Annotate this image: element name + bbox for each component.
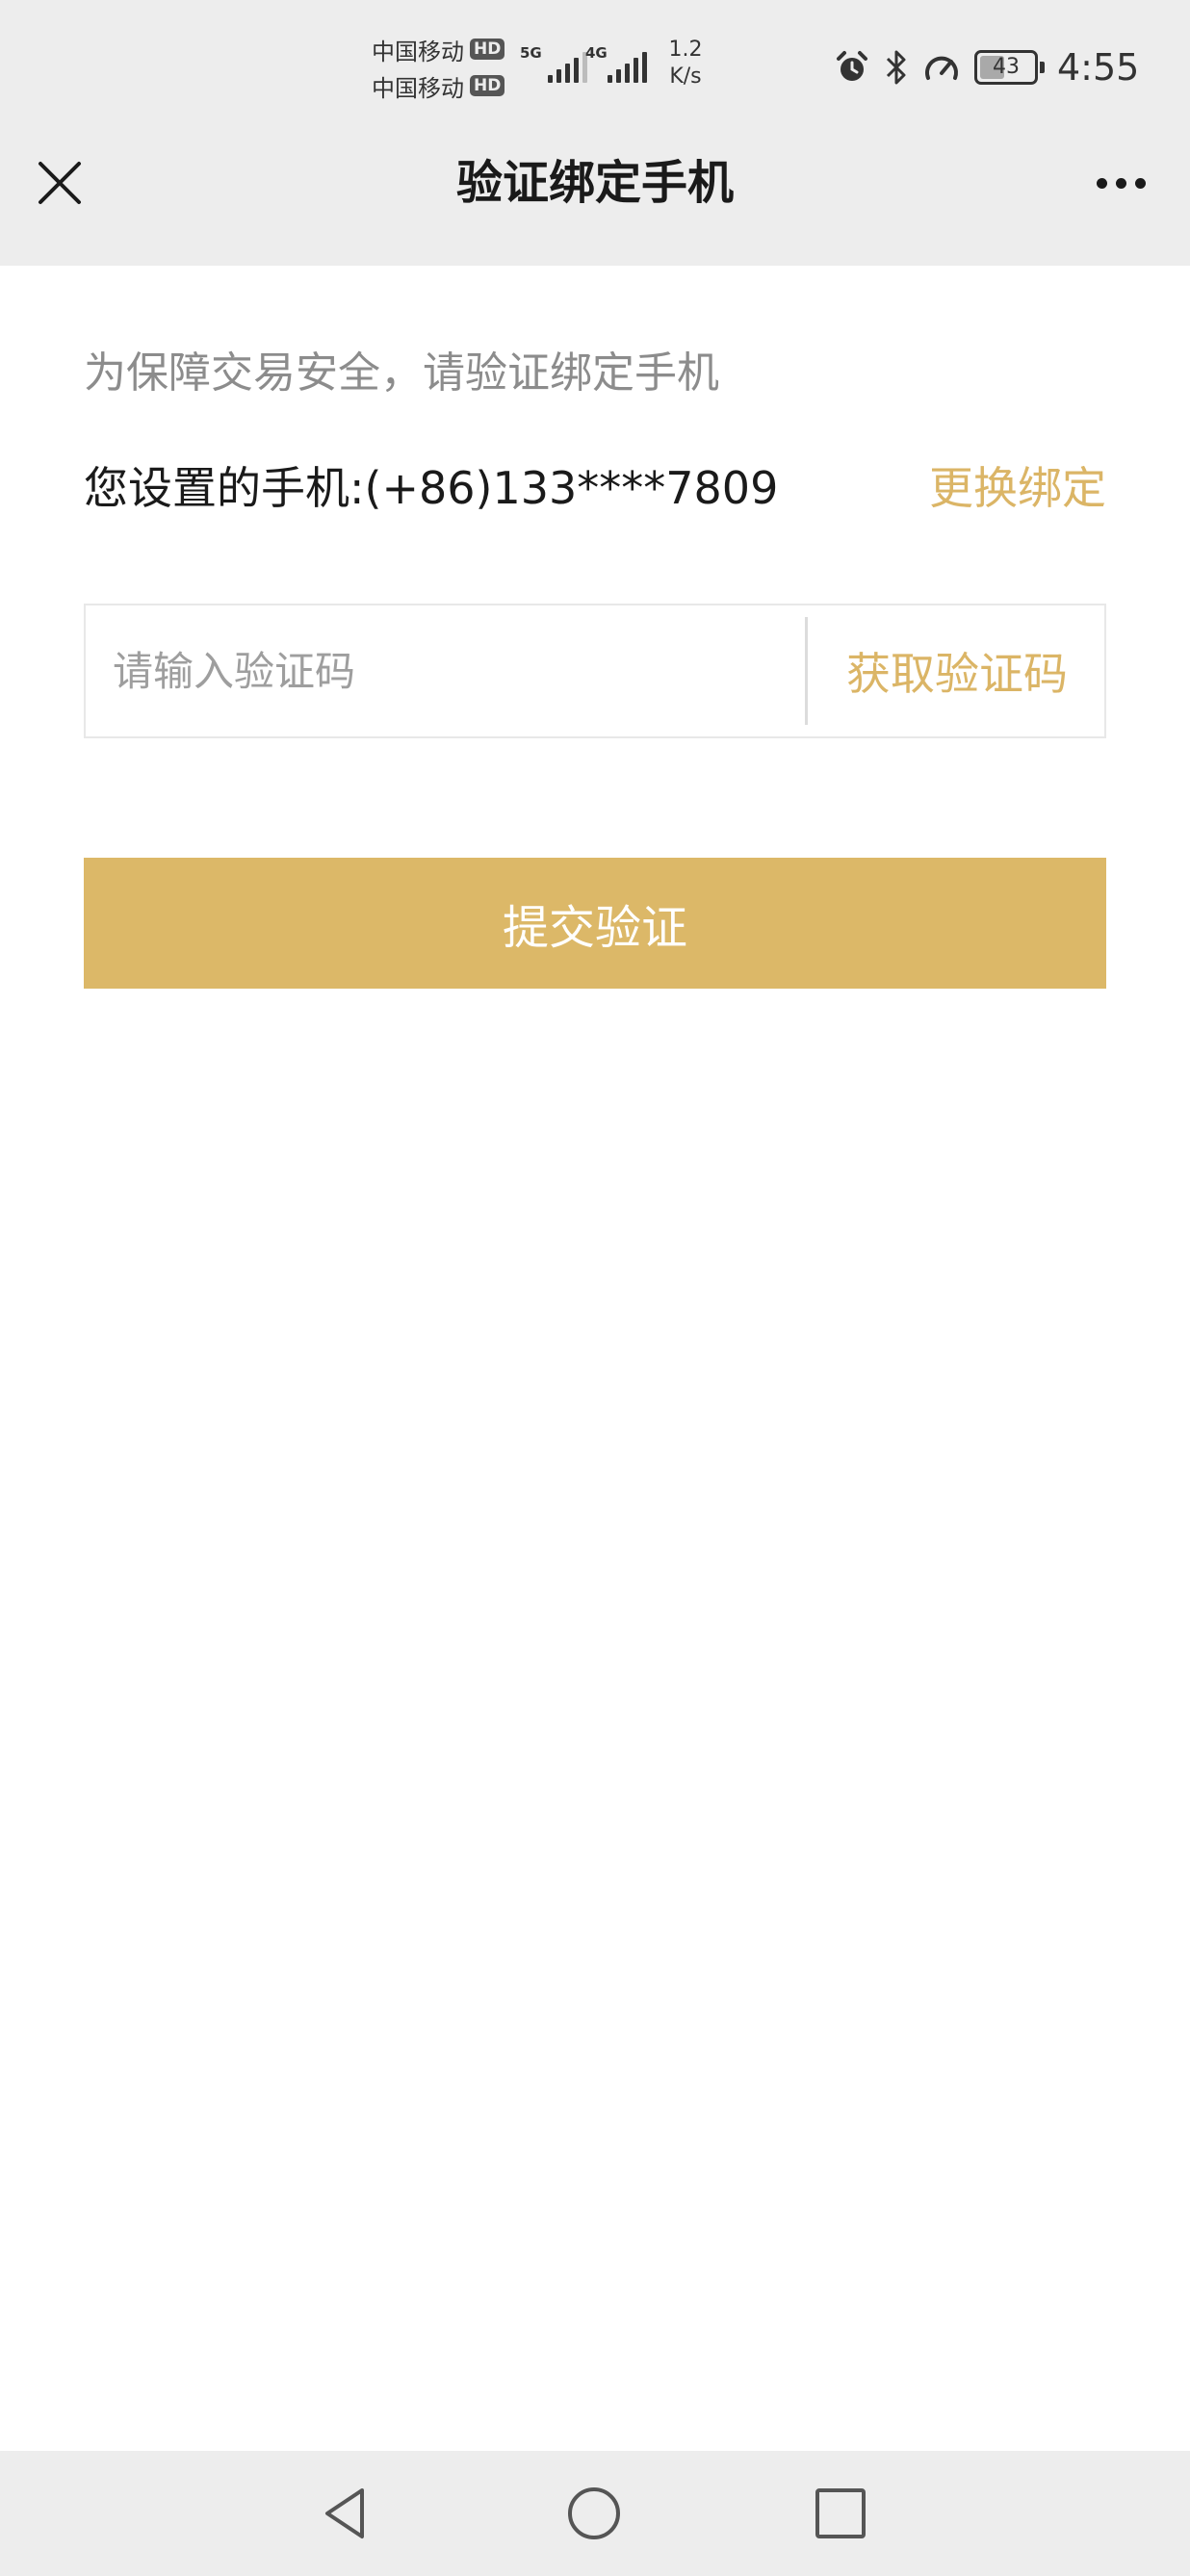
- recents-icon: [815, 2488, 866, 2538]
- change-binding-link[interactable]: 更换绑定: [929, 456, 1106, 520]
- carrier-info: 中国移动 HD 中国移动 HD: [372, 31, 545, 104]
- status-bar: 中国移动 HD 中国移动 HD 5G 4G 1.2 K/s 43 4:55: [0, 0, 1190, 135]
- network-speed: 1.2 K/s: [662, 37, 709, 90]
- speed-unit: K/s: [669, 64, 702, 89]
- verification-code-input[interactable]: [86, 605, 806, 736]
- more-icon-dot: [1096, 177, 1107, 189]
- more-button[interactable]: [1082, 154, 1159, 212]
- alarm-icon: [834, 49, 870, 86]
- carrier-line-2: 中国移动 HD: [372, 67, 545, 104]
- battery-level: 43: [993, 55, 1020, 79]
- nav-back-button[interactable]: [306, 2480, 383, 2547]
- network-type-label: 5G: [520, 44, 542, 62]
- back-icon: [325, 2488, 364, 2538]
- hd-badge: HD: [470, 75, 505, 96]
- bluetooth-icon: [884, 48, 909, 87]
- network-type-label: 4G: [585, 44, 608, 62]
- carrier-name: 中国移动: [372, 74, 464, 102]
- verification-code-box: 获取验证码: [84, 604, 1106, 738]
- status-time: 4:55: [1057, 46, 1140, 89]
- nav-recents-button[interactable]: [802, 2480, 879, 2547]
- security-notice: 为保障交易安全，请验证绑定手机: [84, 348, 719, 398]
- carrier-line-1: 中国移动 HD: [372, 31, 545, 67]
- hd-badge: HD: [470, 39, 505, 60]
- more-icon-dot: [1115, 177, 1126, 189]
- bound-phone-label: 您设置的手机:(+86)133****7809: [84, 462, 779, 514]
- header-bar: 验证绑定手机: [0, 135, 1190, 266]
- page-title: 验证绑定手机: [455, 156, 734, 210]
- nav-home-button[interactable]: [556, 2480, 633, 2547]
- speed-value: 1.2: [668, 38, 703, 62]
- divider: [805, 617, 808, 725]
- more-icon-dot: [1134, 177, 1146, 189]
- speedometer-icon: [922, 49, 961, 86]
- signal-4g-icon: 4G: [585, 44, 647, 85]
- phone-row: 您设置的手机:(+86)133****7809 更换绑定: [84, 456, 1106, 520]
- home-icon: [568, 2487, 620, 2539]
- battery-icon: 43: [974, 50, 1045, 85]
- carrier-name: 中国移动: [372, 38, 464, 65]
- get-code-button[interactable]: 获取验证码: [810, 605, 1104, 736]
- signal-5g-icon: 5G: [520, 44, 587, 85]
- status-icons: 43 4:55: [834, 44, 1139, 90]
- system-nav-bar: [0, 2451, 1190, 2576]
- submit-verification-button[interactable]: 提交验证: [84, 858, 1106, 989]
